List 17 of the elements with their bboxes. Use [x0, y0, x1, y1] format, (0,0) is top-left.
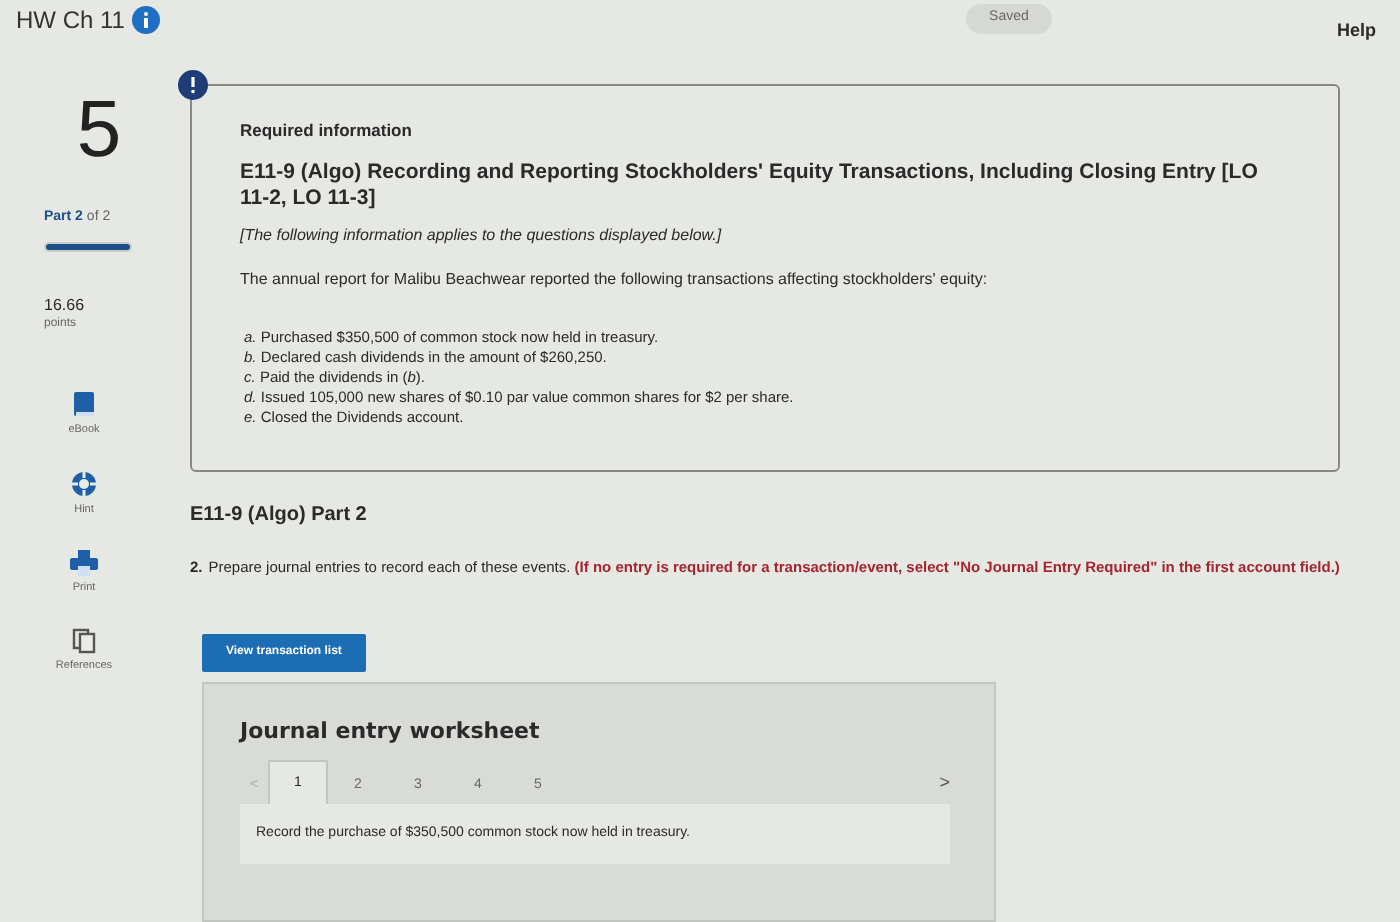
- section-heading: Required information: [240, 118, 414, 144]
- book-icon: [71, 389, 96, 417]
- exercise-title: E11-9 (Algo) Recording and Reporting Stockholders' Equity Transactions, Including Closing Entry [LO 11-2, LO 11-3]: [240, 159, 1260, 212]
- intro-text: The annual report for Malibu Beachwear reported the following transactions affecting stockholders' equity:: [240, 267, 990, 292]
- score: 16.66: [44, 295, 87, 315]
- info-icon[interactable]: [132, 6, 161, 34]
- pages-icon: [71, 628, 96, 655]
- assignment-title: HW Ch 11: [16, 4, 125, 38]
- next-button[interactable]: >: [939, 769, 950, 797]
- lifebuoy-icon: [70, 469, 98, 498]
- printer-icon: [70, 550, 98, 576]
- help-link[interactable]: Help: [1336, 18, 1376, 45]
- worksheet-title: Journal entry worksheet: [240, 715, 542, 748]
- note-text: [The following information applies to the questions displayed below.]: [240, 223, 724, 248]
- question-number: 5: [74, 84, 124, 178]
- part-title: E11-9 (Algo) Part 2: [190, 501, 369, 530]
- alert-icon: [178, 70, 208, 100]
